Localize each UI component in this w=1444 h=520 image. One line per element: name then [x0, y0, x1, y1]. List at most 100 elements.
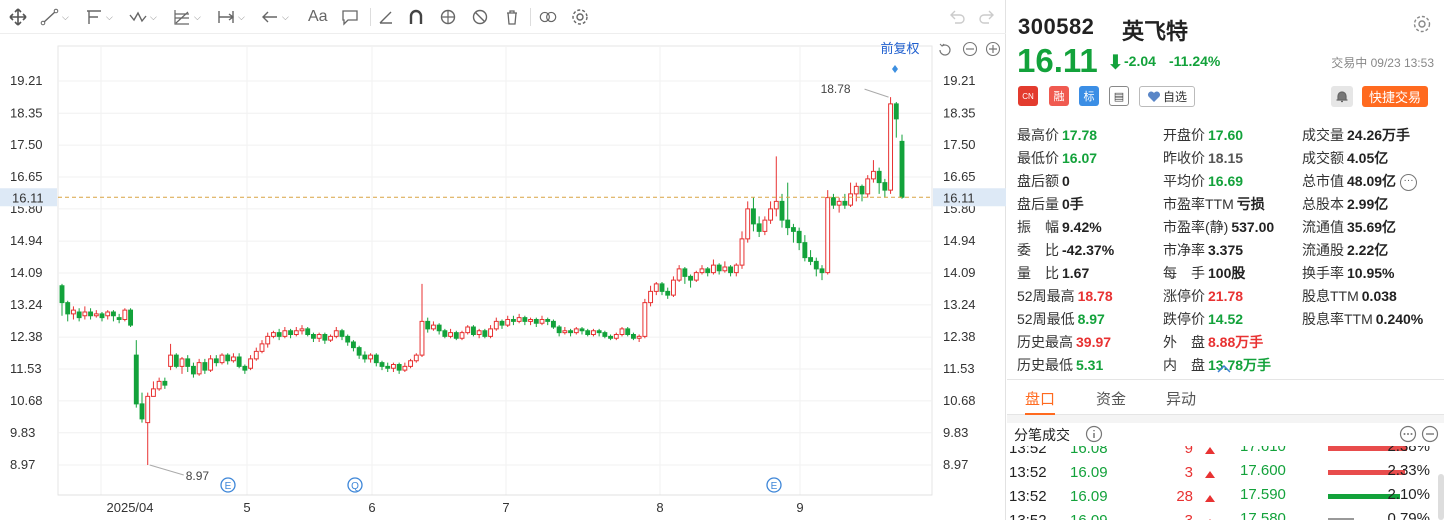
candle[interactable]: [82, 306, 88, 320]
candle[interactable]: [448, 328, 454, 339]
move-icon[interactable]: [8, 6, 28, 28]
candle[interactable]: [648, 285, 654, 307]
candle[interactable]: [510, 315, 516, 326]
candle[interactable]: [853, 182, 859, 202]
candle[interactable]: [653, 282, 659, 296]
candle[interactable]: [150, 381, 156, 397]
candle[interactable]: [773, 156, 779, 217]
candle[interactable]: [116, 313, 122, 324]
candle[interactable]: [322, 332, 328, 344]
candle[interactable]: [110, 310, 116, 322]
undo-icon[interactable]: [946, 6, 966, 28]
candle[interactable]: [316, 332, 322, 342]
candle[interactable]: [328, 334, 334, 343]
candle[interactable]: [608, 334, 614, 341]
candle[interactable]: [533, 317, 539, 327]
candle[interactable]: [59, 283, 65, 316]
chart-reset-icon[interactable]: [939, 43, 951, 56]
candle[interactable]: [436, 323, 442, 335]
candle[interactable]: [305, 327, 311, 337]
candle[interactable]: [619, 327, 625, 337]
candle[interactable]: [499, 319, 505, 329]
candle[interactable]: [488, 325, 494, 339]
margin-badge-icon[interactable]: 融: [1049, 86, 1069, 106]
candle[interactable]: [836, 197, 842, 213]
candle[interactable]: [65, 300, 71, 322]
candle[interactable]: [470, 325, 476, 337]
candle[interactable]: [756, 216, 762, 237]
candle[interactable]: [688, 274, 694, 288]
candle[interactable]: [168, 343, 174, 371]
candle[interactable]: [276, 328, 282, 341]
candle[interactable]: [88, 308, 94, 320]
event-marker-icon[interactable]: E: [766, 477, 782, 493]
candle[interactable]: [390, 362, 396, 372]
arrow-tool-icon[interactable]: ⌵: [260, 6, 289, 28]
comment-icon[interactable]: [340, 6, 360, 28]
wave-tool-icon[interactable]: ⌵: [128, 6, 157, 28]
candle[interactable]: [93, 310, 99, 318]
candle[interactable]: [259, 340, 265, 354]
candle[interactable]: [230, 353, 236, 363]
gear-icon[interactable]: [1412, 14, 1432, 34]
candle[interactable]: [225, 353, 231, 365]
candle[interactable]: [333, 327, 339, 339]
candle[interactable]: [236, 353, 242, 369]
settings-icon[interactable]: [570, 6, 590, 28]
event-marker-icon[interactable]: Q: [347, 477, 363, 493]
candle[interactable]: [768, 201, 774, 224]
text-tool-icon[interactable]: Aa: [308, 6, 328, 28]
candle[interactable]: [419, 283, 425, 357]
fibonacci-icon[interactable]: ⌵: [172, 6, 201, 28]
candle[interactable]: [299, 325, 305, 335]
candle[interactable]: [539, 315, 545, 326]
candle[interactable]: [156, 377, 162, 391]
candle[interactable]: [339, 328, 345, 341]
candle[interactable]: [636, 334, 642, 343]
sync-icon[interactable]: [438, 6, 458, 28]
candle[interactable]: [562, 327, 568, 335]
candle[interactable]: [173, 353, 179, 369]
channel-tool-icon[interactable]: ⌵: [84, 6, 113, 28]
candle[interactable]: [550, 319, 556, 329]
candle[interactable]: [579, 327, 585, 335]
collapse-icon[interactable]: [1421, 425, 1439, 443]
candle[interactable]: [396, 362, 402, 374]
link-icon[interactable]: [538, 6, 558, 28]
tag-badge-icon[interactable]: 标: [1079, 86, 1099, 106]
watchlist-button[interactable]: 自选: [1139, 86, 1195, 107]
measure-icon[interactable]: ⌵: [216, 6, 245, 28]
candle[interactable]: [790, 223, 796, 243]
candle[interactable]: [796, 227, 802, 251]
candle[interactable]: [710, 259, 716, 275]
candle[interactable]: [670, 276, 676, 297]
candle[interactable]: [459, 330, 465, 341]
tab-fund-flow[interactable]: 资金: [1096, 388, 1126, 409]
candle[interactable]: [825, 190, 831, 275]
candle[interactable]: [253, 347, 259, 361]
candle[interactable]: [408, 358, 414, 369]
candle[interactable]: [413, 353, 419, 363]
candle[interactable]: [528, 317, 534, 326]
candle[interactable]: [208, 355, 214, 372]
candle[interactable]: [139, 392, 145, 423]
redo-icon[interactable]: [978, 6, 998, 28]
candle[interactable]: [573, 327, 579, 335]
candle[interactable]: [556, 325, 562, 337]
candle[interactable]: [693, 270, 699, 282]
candle[interactable]: [893, 102, 899, 138]
candle[interactable]: [442, 328, 448, 339]
candle[interactable]: [145, 392, 151, 465]
candle[interactable]: [482, 328, 488, 339]
candle[interactable]: [596, 328, 602, 337]
candle[interactable]: [585, 328, 591, 337]
candle[interactable]: [779, 193, 785, 228]
candle[interactable]: [802, 235, 808, 262]
quick-trade-button[interactable]: 快捷交易: [1362, 86, 1428, 107]
ruler-icon[interactable]: [376, 6, 396, 28]
candle[interactable]: [625, 327, 631, 337]
candle[interactable]: [493, 317, 499, 331]
candle[interactable]: [516, 313, 522, 324]
candle[interactable]: [425, 317, 431, 333]
candle[interactable]: [242, 364, 248, 374]
